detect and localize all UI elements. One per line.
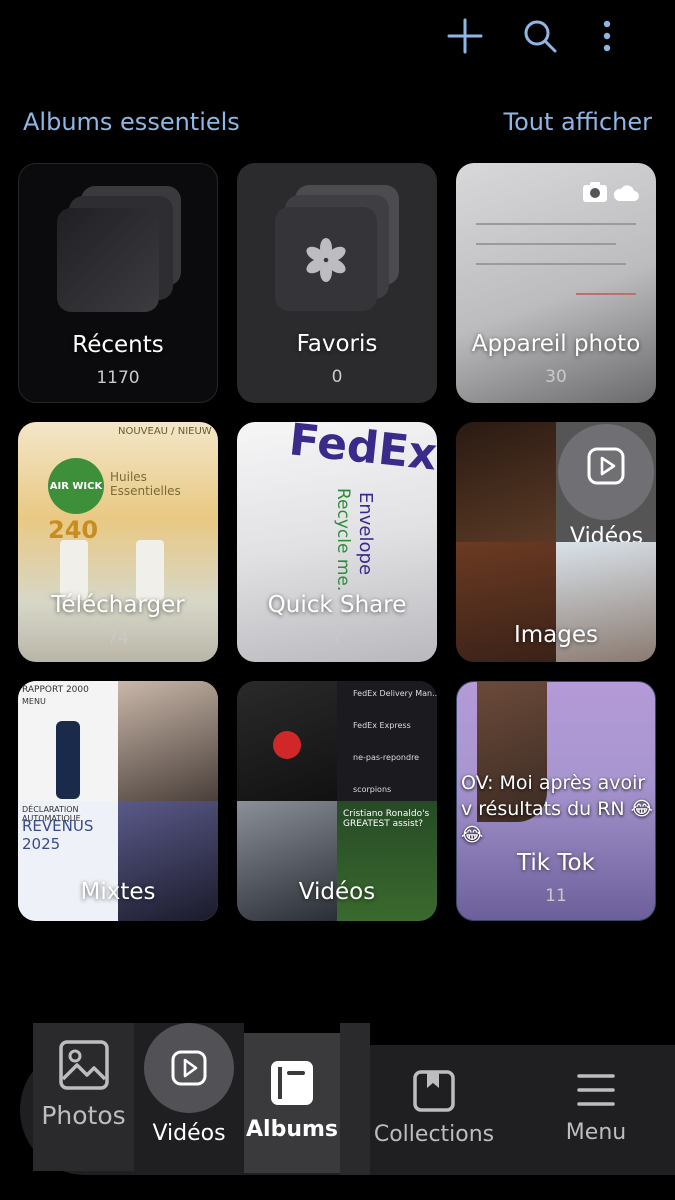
thumb-text: RAPPORT 2000 xyxy=(22,685,89,695)
camera-icon xyxy=(582,181,608,207)
recycle-text: Recycle me. xyxy=(333,488,353,592)
album-book-icon xyxy=(269,1059,315,1111)
more-vert-icon[interactable] xyxy=(585,14,629,58)
nav-photos[interactable]: Photos xyxy=(33,1023,134,1171)
section-title: Albums essentiels xyxy=(23,108,240,136)
album-count: 30 xyxy=(545,367,567,387)
album-count: 74 xyxy=(107,628,129,648)
nav-label: Collections xyxy=(373,1122,495,1147)
fedex-logo: FedEx xyxy=(286,422,437,481)
album-count: 7 xyxy=(331,628,343,648)
image-icon xyxy=(58,1039,110,1095)
cloud-icon xyxy=(612,183,640,207)
thumb-text: ne-pas-repondre xyxy=(353,753,420,762)
album-favoris[interactable]: Favoris 0 xyxy=(237,163,437,403)
album-mixtes[interactable]: RAPPORT 2000 MENU DÉCLARATION AUTOMATIQU… xyxy=(18,681,218,921)
play-icon xyxy=(587,447,625,489)
thumb-text: MENU xyxy=(22,697,46,706)
top-bar xyxy=(0,0,675,80)
album-count: 11 xyxy=(545,886,567,906)
album-name: Vidéos xyxy=(298,879,376,905)
nav-label: Photos xyxy=(41,1101,126,1130)
nav-menu[interactable]: Menu xyxy=(546,1070,646,1170)
album-name: Quick Share xyxy=(267,592,407,618)
plus-icon[interactable] xyxy=(443,14,487,58)
album-count: 0 xyxy=(331,367,343,387)
nav-label: Albums xyxy=(246,1117,338,1142)
product-line: Essentielles xyxy=(110,484,181,498)
nav-albums[interactable]: Albums xyxy=(244,1033,340,1173)
album-name: Récents xyxy=(72,332,164,358)
nav-videos[interactable]: Vidéos xyxy=(134,1023,244,1151)
thumb-text: FedEx Delivery Man... xyxy=(353,689,437,698)
stack-icon xyxy=(57,208,159,312)
video-caption: OV: Moi après avoir v résultats du RN 😂😂 xyxy=(461,772,653,846)
album-name: Appareil photo xyxy=(471,331,641,357)
hamburger-icon xyxy=(576,1070,616,1114)
album-name: Favoris xyxy=(296,331,378,357)
nav-divider xyxy=(340,1023,370,1175)
see-all-link[interactable]: Tout afficher xyxy=(504,108,652,136)
album-count: 1170 xyxy=(96,368,140,388)
envelope-text: Envelope xyxy=(355,492,376,576)
nav-collections[interactable]: Collections xyxy=(374,1070,494,1170)
search-icon[interactable] xyxy=(518,14,562,58)
album-subname: Images xyxy=(513,622,598,648)
album-recents[interactable]: Récents 1170 xyxy=(18,163,218,403)
brand-logo: AIR WICK xyxy=(48,458,104,514)
album-name: Vidéos xyxy=(570,524,644,542)
nav-label: Menu xyxy=(565,1120,627,1145)
badge-text: NOUVEAU / NIEUW xyxy=(118,426,212,437)
album-quick-share[interactable]: FedEx Envelope Recycle me. Quick Share 7 xyxy=(237,422,437,662)
album-appareil-photo[interactable]: Appareil photo 30 xyxy=(456,163,656,403)
product-line: Huiles xyxy=(110,470,147,484)
album-name: Télécharger xyxy=(51,592,185,618)
thumb-text: FedEx Express xyxy=(353,721,411,730)
thumb-text: Cristiano Ronaldo's GREATEST assist? xyxy=(343,809,430,829)
album-videos-images[interactable]: Vidéos Images xyxy=(456,422,656,662)
bookmark-square-icon xyxy=(413,1070,455,1116)
thumb-text: scorpions xyxy=(353,785,392,794)
album-name: Mixtes xyxy=(80,879,156,905)
album-videos-2[interactable]: FedEx Delivery Man... FedEx Express ne-p… xyxy=(237,681,437,921)
thumb-text: REVENUS 2025 xyxy=(22,817,94,853)
play-icon xyxy=(144,1023,234,1113)
album-telecharger[interactable]: NOUVEAU / NIEUW AIR WICK Huiles Essentie… xyxy=(18,422,218,662)
nav-label: Vidéos xyxy=(152,1121,226,1146)
album-tiktok[interactable]: OV: Moi après avoir v résultats du RN 😂😂… xyxy=(456,681,656,921)
album-name: Tik Tok xyxy=(517,850,595,876)
flower-icon xyxy=(302,236,350,288)
